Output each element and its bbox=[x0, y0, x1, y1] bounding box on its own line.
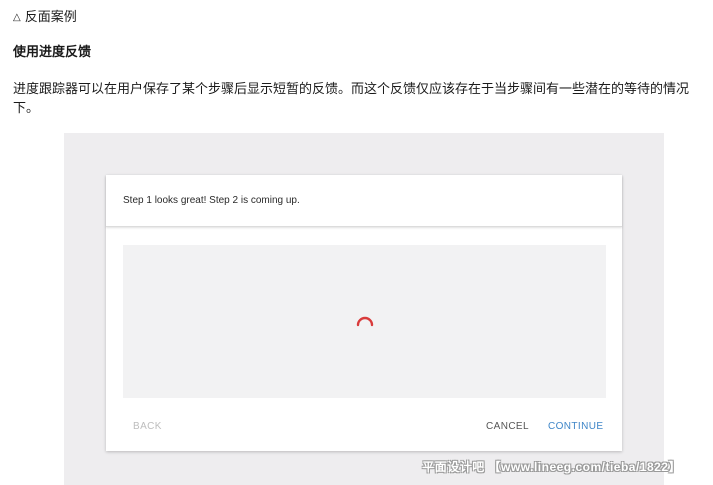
triangle-outline-icon: △ bbox=[13, 12, 21, 23]
continue-button[interactable]: CONTINUE bbox=[548, 421, 603, 432]
feedback-banner-text: Step 1 looks great! Step 2 is coming up. bbox=[123, 195, 300, 206]
doc-header: △ 反面案例 bbox=[13, 9, 77, 27]
example-figure: Step 1 looks great! Step 2 is coming up.… bbox=[64, 133, 664, 485]
card-actions: BACK CANCEL CONTINUE bbox=[106, 417, 622, 437]
step-content-area bbox=[123, 245, 606, 398]
feedback-banner: Step 1 looks great! Step 2 is coming up. bbox=[106, 175, 622, 227]
loading-spinner-icon bbox=[356, 316, 374, 327]
header-label: 反面案例 bbox=[24, 10, 77, 25]
back-button[interactable]: BACK bbox=[133, 421, 162, 432]
watermark: 平面设计吧 【www.lineeg.com/tieba/1822】 bbox=[422, 460, 681, 474]
cancel-button[interactable]: CANCEL bbox=[486, 421, 529, 432]
body-paragraph: 进度跟踪器可以在用户保存了某个步骤后显示短暂的反馈。而这个反馈仅应该存在于当步骤… bbox=[13, 82, 690, 116]
stepper-card: Step 1 looks great! Step 2 is coming up.… bbox=[106, 175, 622, 451]
section-title: 使用进度反馈 bbox=[13, 45, 92, 60]
